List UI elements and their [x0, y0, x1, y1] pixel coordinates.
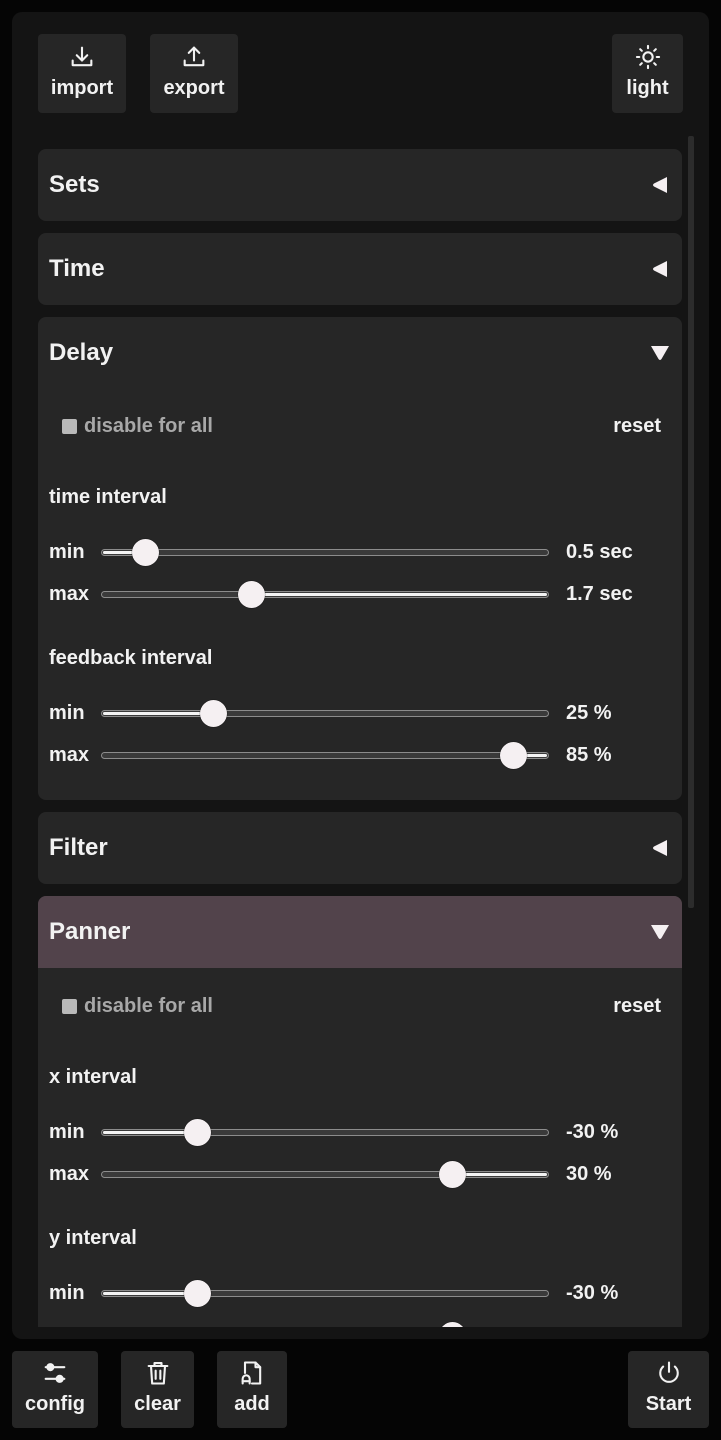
- theme-label: light: [626, 77, 669, 99]
- slider-thumb[interactable]: [237, 581, 265, 608]
- section-delay: Delay disable for all reset time interva…: [38, 317, 682, 800]
- config-button[interactable]: config: [12, 1351, 98, 1428]
- slider-row: min 25 %: [38, 698, 682, 728]
- section-filter-header[interactable]: Filter: [38, 812, 682, 884]
- slider-thumb[interactable]: [183, 1280, 211, 1307]
- slider-track[interactable]: [101, 1290, 549, 1297]
- slider-fill: [251, 593, 547, 596]
- power-icon: [658, 1361, 679, 1383]
- slider-row: max 1.7 sec: [38, 579, 682, 609]
- section-filter: Filter: [38, 812, 682, 884]
- trash-icon: [147, 1362, 168, 1385]
- slider-track[interactable]: [101, 710, 549, 717]
- download-icon: [71, 46, 93, 67]
- slider-label: max: [49, 1324, 89, 1327]
- scrollbar[interactable]: [688, 136, 694, 908]
- sun-icon: [635, 44, 660, 70]
- disable-for-all-label: disable for all: [84, 995, 213, 1017]
- slider-row: max 85 %: [38, 740, 682, 770]
- expanded-arrow-icon: [651, 346, 669, 360]
- upload-icon: [183, 46, 205, 67]
- disable-row: disable for all reset: [38, 991, 682, 1021]
- slider-track[interactable]: [101, 752, 549, 759]
- slider-value: 1.7 sec: [566, 583, 633, 605]
- slider-label: max: [49, 744, 90, 766]
- section-time: Time: [38, 233, 682, 305]
- import-label: import: [50, 77, 114, 99]
- slider-track[interactable]: [101, 1129, 549, 1136]
- interval-label: time interval: [49, 486, 167, 508]
- slider-thumb[interactable]: [199, 700, 227, 727]
- start-button[interactable]: Start: [628, 1351, 709, 1428]
- collapsed-arrow-icon: [653, 177, 667, 193]
- section-title: Filter: [49, 834, 108, 861]
- export-button[interactable]: export: [150, 34, 238, 113]
- slider-thumb[interactable]: [183, 1119, 211, 1146]
- slider-value: 85 %: [566, 744, 612, 766]
- config-label: config: [25, 1393, 85, 1415]
- slider-value: 30 %: [566, 1163, 612, 1185]
- slider-label: min: [49, 1121, 85, 1143]
- collapsed-arrow-icon: [653, 840, 667, 856]
- slider-row: max 30 %: [38, 1159, 682, 1189]
- slider-label: min: [49, 702, 85, 724]
- interval-label: feedback interval: [49, 647, 213, 669]
- section-sets: Sets: [38, 149, 682, 221]
- slider-label: max: [49, 1163, 90, 1185]
- section-title: Time: [49, 255, 105, 282]
- reset-button[interactable]: reset: [613, 415, 661, 438]
- slider-row: min -30 %: [38, 1278, 682, 1308]
- sliders-icon: [44, 1363, 66, 1383]
- section-title: Sets: [49, 171, 100, 198]
- expanded-arrow-icon: [651, 925, 669, 939]
- slider-track[interactable]: [101, 549, 549, 556]
- slider-thumb[interactable]: [499, 742, 527, 769]
- section-sets-header[interactable]: Sets: [38, 149, 682, 221]
- clear-button[interactable]: clear: [121, 1351, 194, 1428]
- add-button[interactable]: add: [217, 1351, 287, 1428]
- slider-thumb[interactable]: [132, 539, 160, 566]
- slider-track[interactable]: [101, 1171, 549, 1178]
- slider-row: min 0.5 sec: [38, 537, 682, 567]
- section-panner: Panner disable for all reset x interval …: [38, 896, 682, 1327]
- section-title: Delay: [49, 339, 114, 366]
- disable-row: disable for all reset: [38, 411, 682, 441]
- interval-label: x interval: [49, 1066, 137, 1088]
- slider-row: max: [38, 1320, 682, 1327]
- slider-thumb[interactable]: [439, 1161, 467, 1188]
- collapsed-arrow-icon: [653, 261, 667, 277]
- slider-value: 0.5 sec: [566, 541, 633, 563]
- section-time-header[interactable]: Time: [38, 233, 682, 305]
- section-title: Panner: [49, 918, 131, 945]
- import-button[interactable]: import: [38, 34, 126, 113]
- reset-button[interactable]: reset: [613, 995, 661, 1018]
- disable-for-all-checkbox[interactable]: [62, 419, 77, 434]
- sections-list: Sets Time Delay disable for all reset ti…: [38, 137, 682, 1327]
- slider-value: -30 %: [566, 1121, 619, 1143]
- clear-label: clear: [134, 1393, 181, 1415]
- slider-row: min -30 %: [38, 1117, 682, 1147]
- slider-value: -30 %: [566, 1282, 619, 1304]
- export-label: export: [163, 77, 225, 99]
- add-file-icon: [241, 1361, 262, 1385]
- slider-label: max: [49, 583, 90, 605]
- disable-for-all-label: disable for all: [84, 415, 213, 437]
- start-label: Start: [645, 1393, 692, 1415]
- slider-fill: [103, 712, 214, 715]
- slider-label: min: [49, 541, 85, 563]
- slider-thumb[interactable]: [439, 1322, 467, 1327]
- main-panel: import export light Sets Time Delay disa…: [12, 12, 709, 1339]
- interval-label: y interval: [49, 1227, 137, 1249]
- slider-value: 25 %: [566, 702, 612, 724]
- slider-label: min: [49, 1282, 85, 1304]
- slider-track[interactable]: [101, 591, 549, 598]
- theme-toggle-button[interactable]: light: [612, 34, 683, 113]
- section-panner-header[interactable]: Panner: [38, 896, 682, 968]
- add-label: add: [234, 1393, 270, 1415]
- disable-for-all-checkbox[interactable]: [62, 999, 77, 1014]
- section-delay-header[interactable]: Delay: [38, 317, 682, 389]
